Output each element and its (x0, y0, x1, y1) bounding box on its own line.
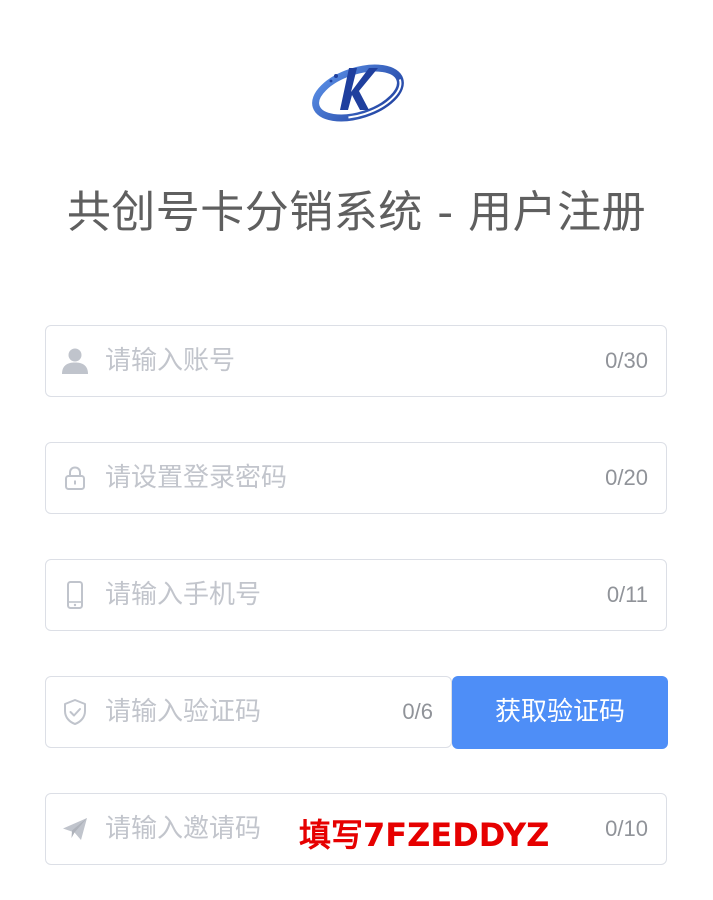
invite-code-char-counter: 0/10 (605, 816, 648, 841)
k-logo-icon (312, 64, 404, 122)
invite-code-placeholder: 请输入邀请码 (105, 814, 262, 844)
user-icon (62, 348, 88, 374)
mobile-phone-icon (67, 581, 83, 609)
phone-placeholder: 请输入手机号 (105, 580, 262, 610)
invite-code-annotation: 填写7FZEDDYZ (299, 816, 550, 854)
page-title: 共创号卡分销系统 - 用户注册 (66, 187, 647, 238)
account-field[interactable]: 请输入账号 0/30 (45, 325, 667, 397)
paper-plane-icon (63, 818, 87, 840)
password-placeholder: 请设置登录密码 (105, 463, 288, 493)
lock-icon (65, 466, 85, 490)
verification-code-char-counter: 0/6 (402, 699, 433, 724)
shield-check-icon (64, 699, 86, 725)
password-char-counter: 0/20 (605, 465, 648, 490)
account-placeholder: 请输入账号 (105, 346, 236, 376)
verification-code-field[interactable]: 请输入验证码 0/6 (45, 676, 452, 748)
get-verification-code-button[interactable]: 获取验证码 (452, 676, 668, 749)
phone-field[interactable]: 请输入手机号 0/11 (45, 559, 667, 631)
password-field[interactable]: 请设置登录密码 0/20 (45, 442, 667, 514)
account-char-counter: 0/30 (605, 348, 648, 373)
phone-char-counter: 0/11 (606, 582, 648, 607)
verification-code-placeholder: 请输入验证码 (105, 697, 262, 727)
